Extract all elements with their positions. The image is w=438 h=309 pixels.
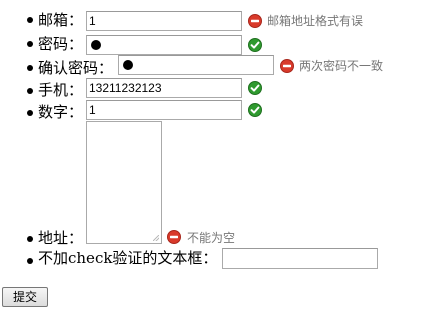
password-field[interactable] xyxy=(86,35,242,55)
error-icon xyxy=(280,59,294,73)
error-icon xyxy=(248,14,262,28)
registration-form: 邮箱： 1 邮箱地址格式有误 密码： 确认密码： 两次密码不一致 手机： 132… xyxy=(0,0,438,309)
unchecked-text-field[interactable] xyxy=(222,248,378,269)
phone-field[interactable]: 13211232123 xyxy=(86,78,242,98)
phone-label: 手机： xyxy=(38,81,84,99)
list-bullet xyxy=(27,110,33,116)
confirm-password-field[interactable] xyxy=(118,55,274,75)
list-bullet xyxy=(27,236,33,242)
password-label: 密码： xyxy=(38,35,84,53)
check-icon xyxy=(248,81,262,95)
number-label: 数字： xyxy=(38,103,84,121)
password-mask-dot xyxy=(91,40,101,50)
list-bullet xyxy=(27,65,33,71)
check-icon xyxy=(248,38,262,52)
list-bullet xyxy=(27,17,33,23)
list-bullet xyxy=(27,88,33,94)
email-label: 邮箱： xyxy=(38,11,84,29)
address-textarea[interactable] xyxy=(86,121,162,244)
unchecked-field-label: 不加check验证的文本框： xyxy=(38,249,218,267)
confirm-password-error-message: 两次密码不一致 xyxy=(299,59,384,73)
error-icon xyxy=(167,230,181,244)
list-bullet xyxy=(27,258,33,264)
submit-button[interactable]: 提交 xyxy=(2,287,48,307)
email-field[interactable]: 1 xyxy=(86,11,242,31)
password-mask-dot xyxy=(123,60,133,70)
resize-handle-icon[interactable] xyxy=(153,235,159,241)
address-label: 地址： xyxy=(38,229,84,247)
confirm-password-label: 确认密码： xyxy=(38,59,114,77)
list-bullet xyxy=(27,41,33,47)
number-field[interactable]: 1 xyxy=(86,100,242,120)
address-error-message: 不能为空 xyxy=(187,231,236,245)
email-error-message: 邮箱地址格式有误 xyxy=(267,14,364,28)
check-icon xyxy=(248,103,262,117)
